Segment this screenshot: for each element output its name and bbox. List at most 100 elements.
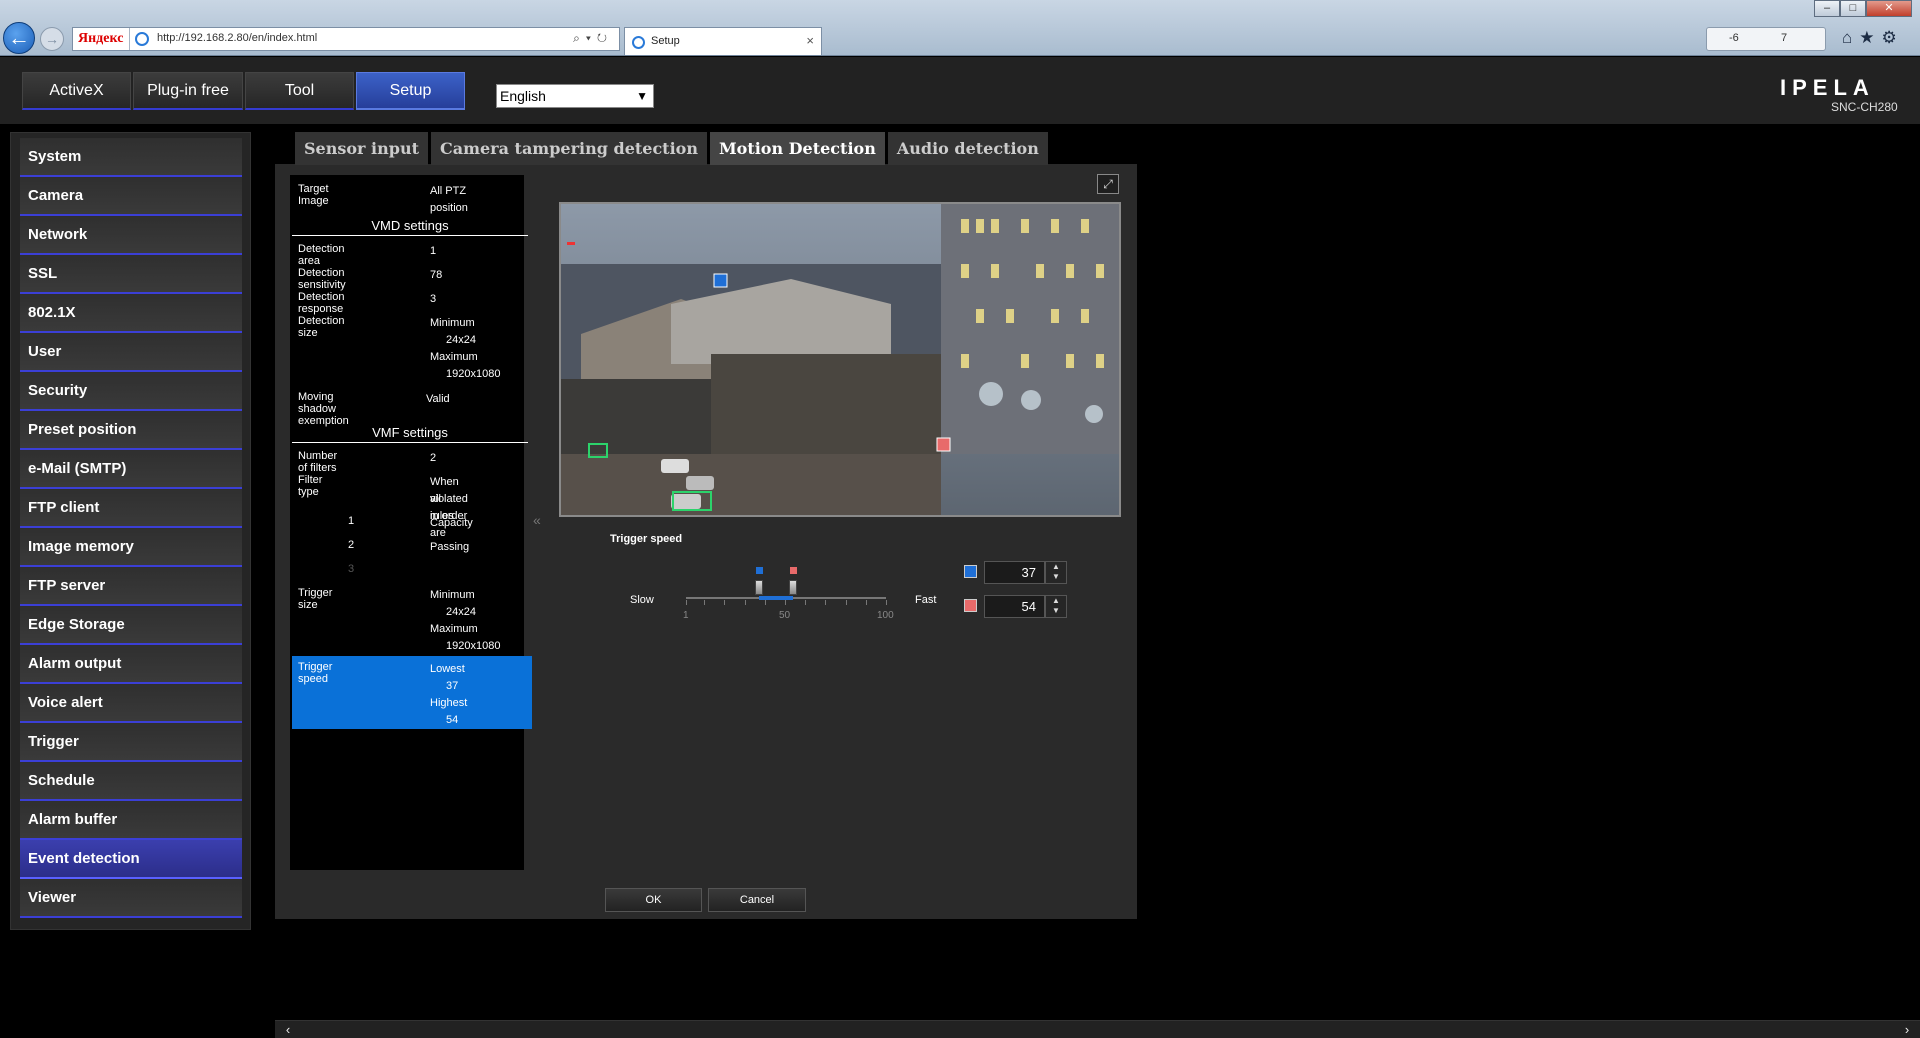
lowest-speed-stepper[interactable]: ▲ ▼	[1045, 561, 1067, 584]
slider-tick	[764, 600, 766, 605]
size-min-label: Minimum	[430, 317, 475, 329]
sidebar-item-e-mail-smtp[interactable]: e-Mail (SMTP)	[20, 450, 242, 489]
slider-tick	[886, 600, 887, 605]
sidebar-item-camera[interactable]: Camera	[20, 177, 242, 216]
sidebar: System Camera Network SSL 802.1X User Security…	[10, 132, 251, 930]
close-window-button[interactable]: ✕	[1866, 0, 1912, 17]
mail-counter[interactable]: 7	[1781, 32, 1787, 44]
slider-tick	[805, 600, 807, 605]
ok-button[interactable]: OK	[605, 888, 702, 912]
sidebar-item-trigger[interactable]: Trigger	[20, 723, 242, 762]
trigger-size-label: Trigger size	[298, 587, 333, 611]
sidebar-item-alarm-buffer[interactable]: Alarm buffer	[20, 801, 242, 840]
sidebar-item-event-detection[interactable]: Event detection	[20, 840, 242, 879]
window-controls: – □ ✕	[1814, 0, 1912, 17]
slider-tick	[825, 600, 827, 605]
tab-activex[interactable]: ActiveX	[22, 72, 131, 110]
fast-label: Fast	[915, 594, 937, 606]
close-tab-icon[interactable]: ×	[806, 33, 814, 48]
sidebar-item-network[interactable]: Network	[20, 216, 242, 255]
highest-speed-input[interactable]: 54	[984, 595, 1045, 618]
horizontal-scrollbar[interactable]: ‹ ›	[275, 1020, 1920, 1038]
browser-nav-icons[interactable]: ⌂★⚙	[1842, 28, 1904, 48]
tab-audio-detection[interactable]: Audio detection	[887, 132, 1048, 165]
trigger-min-value: 24x24	[446, 606, 476, 618]
slider-tick	[686, 600, 687, 605]
lowest-speed-input[interactable]: 37	[984, 561, 1045, 584]
detection-size-label: Detection size	[298, 315, 345, 339]
detection-area-label: Detection area	[298, 243, 345, 267]
mode-tabs: ActiveX Plug-in free Tool Setup	[22, 72, 465, 110]
sidebar-item-ftp-server[interactable]: FTP server	[20, 567, 242, 606]
filters-value: 2	[430, 452, 437, 464]
lowest-color-swatch	[964, 565, 977, 578]
minimize-button[interactable]: –	[1814, 0, 1840, 17]
size-max-label: Maximum	[430, 351, 478, 363]
scroll-left-icon[interactable]: ‹	[279, 1021, 297, 1038]
highest-speed-stepper[interactable]: ▲ ▼	[1045, 595, 1067, 618]
subtab-bar: Sensor input Camera tampering detection …	[295, 132, 1048, 165]
slider-tick-label: 50	[778, 610, 791, 621]
sidebar-item-security[interactable]: Security	[20, 372, 242, 411]
sidebar-item-ftp-client[interactable]: FTP client	[20, 489, 242, 528]
chevron-down-icon: ▼	[636, 89, 648, 103]
sidebar-item-802-1x[interactable]: 802.1X	[20, 294, 242, 333]
app-header: ActiveX Plug-in free Tool Setup English …	[0, 57, 1920, 124]
page-icon	[135, 32, 149, 46]
sidebar-menu: System Camera Network SSL 802.1X User Security…	[20, 138, 242, 918]
highest-value: 54	[446, 714, 459, 726]
sidebar-item-user[interactable]: User	[20, 333, 242, 372]
tab-tool[interactable]: Tool	[245, 72, 354, 110]
vmd-settings-heading: VMD settings	[292, 218, 528, 236]
tab-sensor-input[interactable]: Sensor input	[295, 132, 428, 165]
slider-tick-label: 1	[683, 610, 689, 621]
trigger-speed-title: Trigger speed	[610, 533, 683, 545]
tab-title: Setup	[651, 35, 680, 47]
shadow-label: Moving shadow exemption	[298, 391, 349, 427]
maximize-button[interactable]: □	[1840, 0, 1866, 17]
url-text[interactable]: http://192.168.2.80/en/index.html	[157, 32, 317, 44]
sensitivity-value: 78	[430, 269, 443, 281]
tab-setup[interactable]: Setup	[356, 72, 465, 110]
scroll-right-icon[interactable]: ›	[1898, 1021, 1916, 1038]
browser-toolbar: ← → Яндекс http://192.168.2.80/en/index.…	[0, 0, 1920, 56]
weather-widget[interactable]: -6	[1729, 32, 1739, 44]
forward-button[interactable]: →	[40, 27, 64, 51]
size-max-value: 1920x1080	[446, 368, 501, 380]
trigger-max-label: Maximum	[430, 623, 478, 635]
slider-tick-label: 100	[877, 610, 894, 621]
lowest-speed-handle[interactable]	[754, 580, 763, 595]
sidebar-item-schedule[interactable]: Schedule	[20, 762, 242, 801]
sidebar-item-edge-storage[interactable]: Edge Storage	[20, 606, 242, 645]
collapse-panel-icon[interactable]: «	[533, 512, 541, 528]
sidebar-item-preset-position[interactable]: Preset position	[20, 411, 242, 450]
camera-video-view[interactable]	[559, 202, 1121, 517]
expand-icon[interactable]: ⤢	[1097, 174, 1119, 194]
filter-type-label: Filter type	[298, 474, 323, 498]
slider-tick	[704, 600, 706, 605]
address-bar[interactable]: Яндекс http://192.168.2.80/en/index.html…	[72, 27, 620, 51]
back-button[interactable]: ←	[3, 22, 35, 54]
sidebar-item-alarm-output[interactable]: Alarm output	[20, 645, 242, 684]
sidebar-item-voice-alert[interactable]: Voice alert	[20, 684, 242, 723]
sensitivity-label: Detection sensitivity	[298, 267, 346, 291]
tab-camera-tampering[interactable]: Camera tampering detection	[430, 132, 707, 165]
vmf-settings-heading: VMF settings	[292, 425, 528, 443]
model-name: SNC-CH280	[1831, 100, 1898, 114]
sidebar-item-system[interactable]: System	[20, 138, 242, 177]
tab-plugin-free[interactable]: Plug-in free	[133, 72, 243, 110]
slider-tick	[784, 600, 786, 605]
brand-logo: IPELA	[1780, 75, 1875, 100]
trigger-speed-label: Trigger speed	[298, 661, 333, 685]
address-tools[interactable]: ⌕▾↻	[573, 31, 613, 46]
slider-tick	[845, 600, 847, 605]
size-min-value: 24x24	[446, 334, 476, 346]
browser-tab[interactable]: Setup ×	[624, 27, 822, 55]
language-select[interactable]: English ▼	[496, 84, 654, 108]
sidebar-item-viewer[interactable]: Viewer	[20, 879, 242, 918]
cancel-button[interactable]: Cancel	[708, 888, 806, 912]
sidebar-item-image-memory[interactable]: Image memory	[20, 528, 242, 567]
sidebar-item-ssl[interactable]: SSL	[20, 255, 242, 294]
tab-motion-detection[interactable]: Motion Detection	[709, 132, 885, 165]
highest-speed-handle[interactable]	[789, 580, 798, 595]
